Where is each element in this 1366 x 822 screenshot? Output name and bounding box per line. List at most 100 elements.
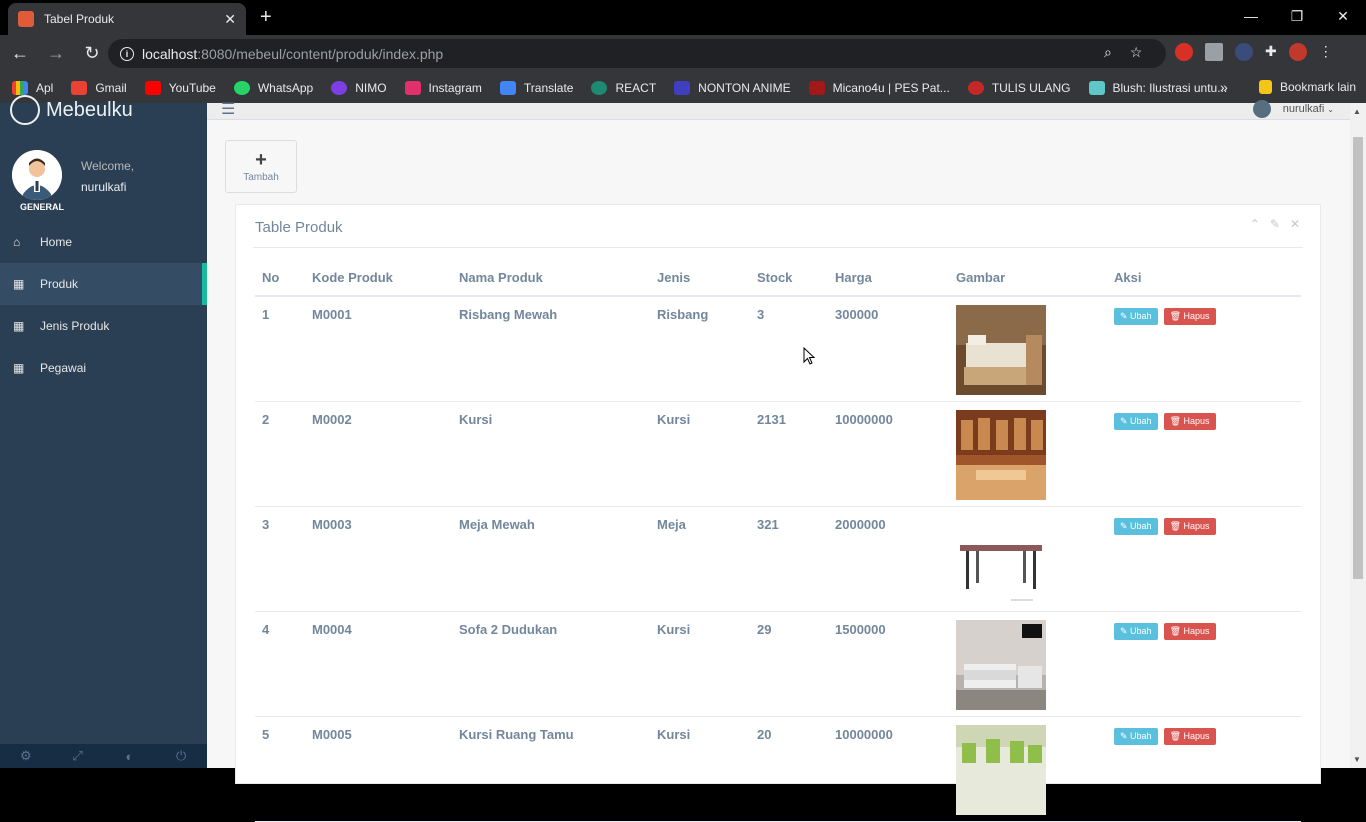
panel-tools: ⌃ ✎ ✕ [1250,217,1300,231]
user-dropdown[interactable]: nurulkafi ⌄ [1252,100,1334,118]
main-content: + Tambah Table Produk ⌃ ✎ ✕ No Kode Prod… [207,120,1350,822]
delete-button-label: Hapus [1183,311,1210,321]
cell-no: 4 [255,611,305,717]
close-icon[interactable]: ✕ [1290,217,1300,231]
forward-icon[interactable]: → [40,38,72,70]
sidebar-item-label: Home [40,235,73,249]
menu-dots-icon[interactable]: ⋮ [1319,43,1333,61]
bookmark-blush[interactable]: Blush: Ilustrasi untu... [1088,80,1227,95]
collapse-icon[interactable]: ⌃ [1250,217,1260,231]
scroll-down-icon[interactable]: ▼ [1353,755,1361,764]
bookmark-star-icon[interactable]: ☆ [1130,44,1143,61]
sidebar-item-pegawai[interactable]: ▦ Pegawai [0,347,207,389]
delete-button[interactable]: 🗑 Hapus [1163,517,1216,535]
minimize-icon[interactable]: — [1228,0,1274,32]
app-viewport: Mebeulku GENERAL Welcome, nurulkafi ⌂ Ho… [0,95,1366,822]
add-button[interactable]: + Tambah [225,140,297,193]
sidebar-item-produk[interactable]: ▦ Produk [0,263,207,305]
cell-stock: 2131 [750,401,828,507]
table-header-row: No Kode Produk Nama Produk Jenis Stock H… [255,260,1301,297]
sidebar-footer: ⚙ ⤢ ◐ ⏻ [0,744,207,768]
trash-icon: 🗑 [1169,730,1184,741]
bookmark-apps[interactable]: Apl [12,80,53,95]
menu-toggle-icon[interactable]: ☰ [221,99,235,119]
bookmark-other[interactable]: Bookmark lain [1258,80,1356,94]
pencil-icon: ✎ [1120,625,1131,636]
react-icon [591,80,608,95]
back-icon[interactable]: ← [4,38,36,70]
address-bar[interactable]: i localhost:8080/mebeul/content/produk/i… [108,39,1166,68]
delete-button-label: Hapus [1183,520,1210,531]
bookmark-instagram[interactable]: Instagram [404,80,482,95]
anime-icon [674,80,691,95]
delete-button-label: Hapus [1183,625,1210,636]
sidebar-item-jenis-produk[interactable]: ▦ Jenis Produk [0,305,207,347]
bookmark-nimo[interactable]: NIMO [331,80,387,95]
delete-button[interactable]: 🗑 Hapus [1163,622,1216,640]
cell-nama: Meja Mewah [452,506,650,612]
settings-icon[interactable]: ⚙ [0,744,52,768]
reload-icon[interactable]: ↻ [76,38,108,70]
cell-jenis: Kursi [650,611,750,717]
close-window-icon[interactable]: ✕ [1320,0,1366,32]
bookmark-translate[interactable]: Translate [499,80,573,95]
brand-logo-icon [10,95,40,125]
bookmark-react[interactable]: REACT [591,80,656,95]
fullscreen-icon[interactable]: ⤢ [52,744,104,768]
sidebar: Mebeulku GENERAL Welcome, nurulkafi ⌂ Ho… [0,95,207,768]
scroll-thumb[interactable] [1353,137,1363,579]
browser-toolbar: ← → ↻ i localhost:8080/mebeul/content/pr… [0,35,1366,72]
cell-stock: 321 [750,506,828,612]
profile-avatar-icon[interactable] [1288,43,1307,61]
edit-button[interactable]: ✎ Ubah [1114,517,1158,535]
new-tab-icon[interactable]: + [260,6,272,29]
bookmark-nonton-anime[interactable]: NONTON ANIME [674,80,791,95]
delete-button[interactable]: 🗑 Hapus [1163,727,1216,745]
scroll-up-icon[interactable]: ▲ [1353,107,1361,116]
tab-close-icon[interactable]: ✕ [224,11,236,28]
page-scrollbar[interactable]: ▲ ▼ [1350,103,1366,768]
cell-nama: Risbang Mewah [452,296,650,402]
bookmarks-overflow-icon[interactable]: » [1220,79,1228,95]
pencil-icon: ✎ [1120,415,1131,426]
product-image [956,724,1046,818]
edit-button[interactable]: ✎ Ubah [1114,412,1158,430]
edit-button[interactable]: ✎ Ubah [1114,308,1158,325]
add-button-label: Tambah [243,171,279,183]
extension-blue-icon[interactable] [1235,43,1253,61]
delete-button-label: Hapus [1183,415,1210,426]
delete-button[interactable]: 🗑 Hapus [1163,412,1216,430]
cell-jenis: Meja [650,506,750,612]
edit-button[interactable]: ✎ Ubah [1114,622,1158,640]
gmail-icon [71,80,88,95]
cell-nama: Kursi [452,401,650,507]
bookmark-tulis-ulang[interactable]: TULIS ULANG [967,80,1071,95]
wrench-icon[interactable]: ✎ [1270,217,1280,231]
bookmark-youtube[interactable]: YouTube [144,80,216,95]
edit-button[interactable]: ✎ Ubah [1114,727,1158,745]
extension-red-icon[interactable] [1175,43,1193,61]
bookmark-micano[interactable]: Micano4u | PES Pat... [808,80,950,95]
restore-icon[interactable]: ❐ [1274,0,1320,32]
pencil-icon: ✎ [1120,311,1131,321]
logout-icon[interactable]: ⏻ [155,744,207,768]
table-icon: ▦ [13,277,25,291]
zoom-icon[interactable]: ⌕ [1104,44,1112,61]
delete-button[interactable]: 🗑 Hapus [1163,308,1216,325]
browser-tab[interactable]: Tabel Produk ✕ [8,3,246,35]
cell-stock: 20 [750,716,828,822]
puzzle-icon[interactable]: ✚ [1265,43,1277,61]
col-no: No [255,260,305,297]
cell-harga: 10000000 [828,401,949,507]
brand[interactable]: Mebeulku [10,95,133,125]
url-text: localhost:8080/mebeul/content/produk/ind… [142,45,444,62]
lock-icon[interactable]: ◐ [104,744,156,768]
edit-button-label: Ubah [1130,625,1152,636]
bookmark-gmail[interactable]: Gmail [71,80,127,95]
bookmark-whatsapp[interactable]: WhatsApp [233,80,313,95]
site-info-icon[interactable]: i [120,46,134,61]
extension-gray-icon[interactable] [1205,43,1223,61]
cell-harga: 2000000 [828,506,949,612]
sidebar-item-home[interactable]: ⌂ Home [0,221,207,263]
col-gambar: Gambar [949,260,1107,297]
